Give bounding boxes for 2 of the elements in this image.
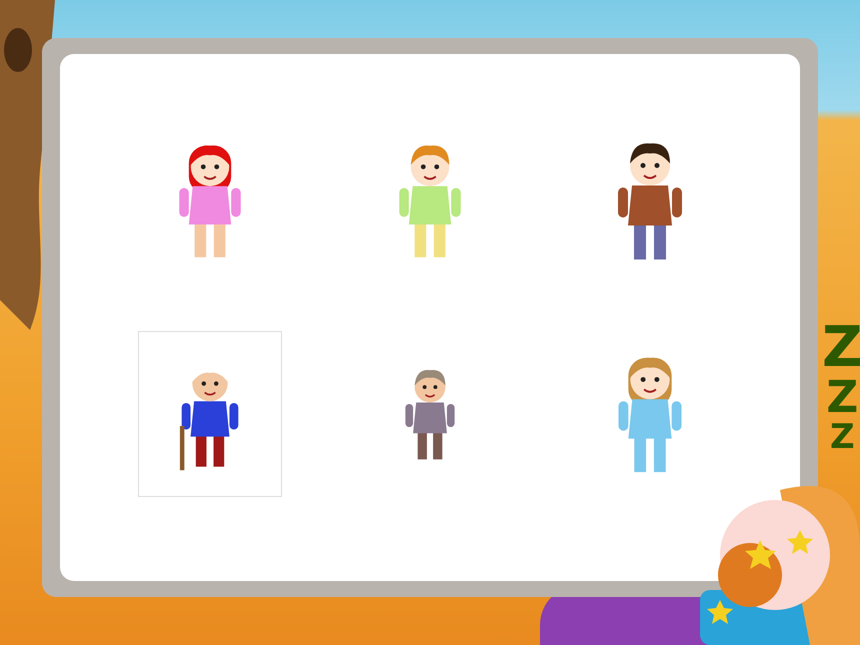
sleep-letter: Z (830, 420, 855, 454)
sleep-letter: Z (826, 376, 858, 420)
